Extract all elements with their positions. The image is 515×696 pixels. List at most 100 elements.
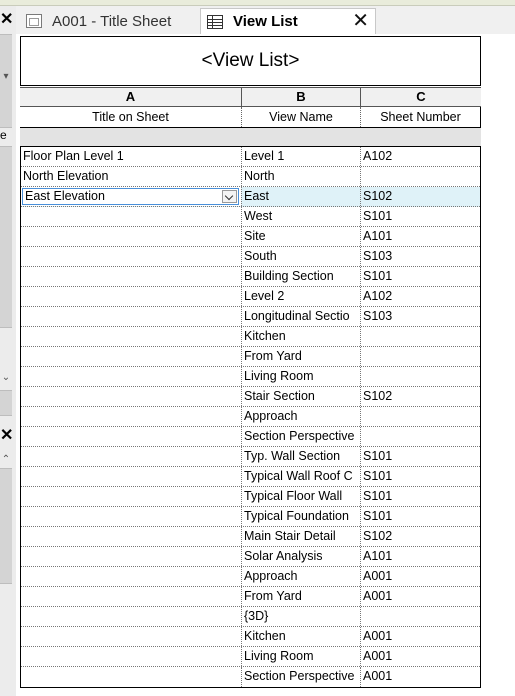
chevron-up-icon[interactable]: ⌃ bbox=[0, 454, 12, 466]
chevron-down-icon[interactable]: ⌄ bbox=[0, 372, 12, 384]
table-row[interactable]: North Elevation North bbox=[21, 167, 480, 187]
cell-title-on-sheet[interactable] bbox=[21, 627, 241, 646]
schedule-title[interactable]: <View List> bbox=[20, 36, 481, 86]
cell-title-on-sheet[interactable]: East Elevation bbox=[21, 187, 241, 206]
table-row[interactable]: Typical Wall Roof C S101 bbox=[21, 467, 480, 487]
table-row[interactable]: West S101 bbox=[21, 207, 480, 227]
cell-sheet-number[interactable]: A102 bbox=[360, 287, 480, 306]
table-row[interactable]: Typical Floor Wall S101 bbox=[21, 487, 480, 507]
cell-view-name[interactable]: Level 1 bbox=[241, 147, 360, 166]
cell-sheet-number[interactable]: S103 bbox=[360, 247, 480, 266]
cell-title-on-sheet[interactable] bbox=[21, 647, 241, 666]
cell-title-on-sheet[interactable] bbox=[21, 467, 241, 486]
chevron-down-icon[interactable]: ▾ bbox=[0, 71, 12, 83]
cell-title-on-sheet[interactable] bbox=[21, 547, 241, 566]
tab-a001-title-sheet[interactable]: A001 - Title Sheet bbox=[20, 8, 198, 34]
cell-sheet-number[interactable]: A001 bbox=[360, 627, 480, 646]
cell-sheet-number[interactable]: S101 bbox=[360, 207, 480, 226]
title-on-sheet-dropdown[interactable]: East Elevation bbox=[22, 188, 239, 205]
cell-sheet-number[interactable]: S102 bbox=[360, 387, 480, 406]
table-row[interactable]: Longitudinal Sectio S103 bbox=[21, 307, 480, 327]
cell-sheet-number[interactable]: S101 bbox=[360, 467, 480, 486]
cell-view-name[interactable]: Approach bbox=[241, 567, 360, 586]
cell-sheet-number[interactable]: A001 bbox=[360, 567, 480, 586]
cell-title-on-sheet[interactable] bbox=[21, 287, 241, 306]
cell-title-on-sheet[interactable] bbox=[21, 247, 241, 266]
cell-view-name[interactable]: East bbox=[241, 187, 360, 206]
table-row[interactable]: Approach A001 bbox=[21, 567, 480, 587]
close-icon[interactable]: ✕ bbox=[352, 11, 369, 31]
cell-view-name[interactable]: Kitchen bbox=[241, 627, 360, 646]
cell-view-name[interactable]: From Yard bbox=[241, 587, 360, 606]
table-row[interactable]: Solar Analysis A101 bbox=[21, 547, 480, 567]
cell-view-name[interactable]: Approach bbox=[241, 407, 360, 426]
cell-sheet-number[interactable]: S101 bbox=[360, 507, 480, 526]
cell-sheet-number[interactable] bbox=[360, 167, 480, 186]
cell-sheet-number[interactable]: A101 bbox=[360, 547, 480, 566]
cell-view-name[interactable]: {3D} bbox=[241, 607, 360, 626]
cell-title-on-sheet[interactable] bbox=[21, 227, 241, 246]
table-row[interactable]: Level 2 A102 bbox=[21, 287, 480, 307]
cell-title-on-sheet[interactable] bbox=[21, 607, 241, 626]
cell-title-on-sheet[interactable]: North Elevation bbox=[21, 167, 241, 186]
cell-sheet-number[interactable]: S102 bbox=[360, 187, 480, 206]
cell-view-name[interactable]: Solar Analysis bbox=[241, 547, 360, 566]
table-row[interactable]: East Elevation East S102 bbox=[21, 187, 480, 207]
cell-view-name[interactable]: Typical Wall Roof C bbox=[241, 467, 360, 486]
cell-sheet-number[interactable]: S103 bbox=[360, 307, 480, 326]
cell-title-on-sheet[interactable] bbox=[21, 567, 241, 586]
header-title-on-sheet[interactable]: Title on Sheet bbox=[20, 107, 241, 127]
table-row[interactable]: Kitchen bbox=[21, 327, 480, 347]
table-row[interactable]: Kitchen A001 bbox=[21, 627, 480, 647]
table-row[interactable]: Site A101 bbox=[21, 227, 480, 247]
table-row[interactable]: South S103 bbox=[21, 247, 480, 267]
cell-title-on-sheet[interactable] bbox=[21, 267, 241, 286]
cell-sheet-number[interactable] bbox=[360, 407, 480, 426]
cell-view-name[interactable]: Longitudinal Sectio bbox=[241, 307, 360, 326]
cell-title-on-sheet[interactable] bbox=[21, 327, 241, 346]
cell-view-name[interactable]: Site bbox=[241, 227, 360, 246]
table-row[interactable]: Building Section S101 bbox=[21, 267, 480, 287]
column-letter-c[interactable]: C bbox=[360, 88, 481, 106]
table-row[interactable]: Section Perspective A001 bbox=[21, 667, 480, 687]
table-row[interactable]: From Yard bbox=[21, 347, 480, 367]
chevron-down-icon[interactable] bbox=[222, 190, 237, 203]
cell-view-name[interactable]: Living Room bbox=[241, 367, 360, 386]
cell-view-name[interactable]: Living Room bbox=[241, 647, 360, 666]
cell-view-name[interactable]: Stair Section bbox=[241, 387, 360, 406]
table-row[interactable]: Stair Section S102 bbox=[21, 387, 480, 407]
table-row[interactable]: Typ. Wall Section S101 bbox=[21, 447, 480, 467]
cell-sheet-number[interactable] bbox=[360, 607, 480, 626]
table-row[interactable]: Living Room bbox=[21, 367, 480, 387]
cell-sheet-number[interactable]: A001 bbox=[360, 587, 480, 606]
cell-sheet-number[interactable]: A001 bbox=[360, 647, 480, 666]
cell-view-name[interactable]: Building Section bbox=[241, 267, 360, 286]
cell-title-on-sheet[interactable] bbox=[21, 407, 241, 426]
cell-view-name[interactable]: Typical Floor Wall bbox=[241, 487, 360, 506]
close-icon[interactable]: ✕ bbox=[0, 428, 13, 444]
cell-view-name[interactable]: Level 2 bbox=[241, 287, 360, 306]
cell-view-name[interactable]: North bbox=[241, 167, 360, 186]
column-letter-b[interactable]: B bbox=[241, 88, 360, 106]
cell-view-name[interactable]: From Yard bbox=[241, 347, 360, 366]
cell-title-on-sheet[interactable] bbox=[21, 387, 241, 406]
table-row[interactable]: From Yard A001 bbox=[21, 587, 480, 607]
cell-sheet-number[interactable]: A102 bbox=[360, 147, 480, 166]
cell-title-on-sheet[interactable]: Floor Plan Level 1 bbox=[21, 147, 241, 166]
table-row[interactable]: {3D} bbox=[21, 607, 480, 627]
cell-view-name[interactable]: South bbox=[241, 247, 360, 266]
cell-view-name[interactable]: West bbox=[241, 207, 360, 226]
cell-title-on-sheet[interactable] bbox=[21, 487, 241, 506]
cell-title-on-sheet[interactable] bbox=[21, 447, 241, 466]
cell-sheet-number[interactable]: S102 bbox=[360, 527, 480, 546]
header-view-name[interactable]: View Name bbox=[241, 107, 360, 127]
cell-sheet-number[interactable]: S101 bbox=[360, 267, 480, 286]
table-row[interactable]: Main Stair Detail S102 bbox=[21, 527, 480, 547]
table-row[interactable]: Typical Foundation S101 bbox=[21, 507, 480, 527]
cell-title-on-sheet[interactable] bbox=[21, 307, 241, 326]
tab-view-list[interactable]: View List ✕ bbox=[200, 8, 376, 34]
cell-title-on-sheet[interactable] bbox=[21, 367, 241, 386]
table-row[interactable]: Approach bbox=[21, 407, 480, 427]
table-row[interactable]: Floor Plan Level 1 Level 1 A102 bbox=[21, 147, 480, 167]
cell-sheet-number[interactable]: A101 bbox=[360, 227, 480, 246]
